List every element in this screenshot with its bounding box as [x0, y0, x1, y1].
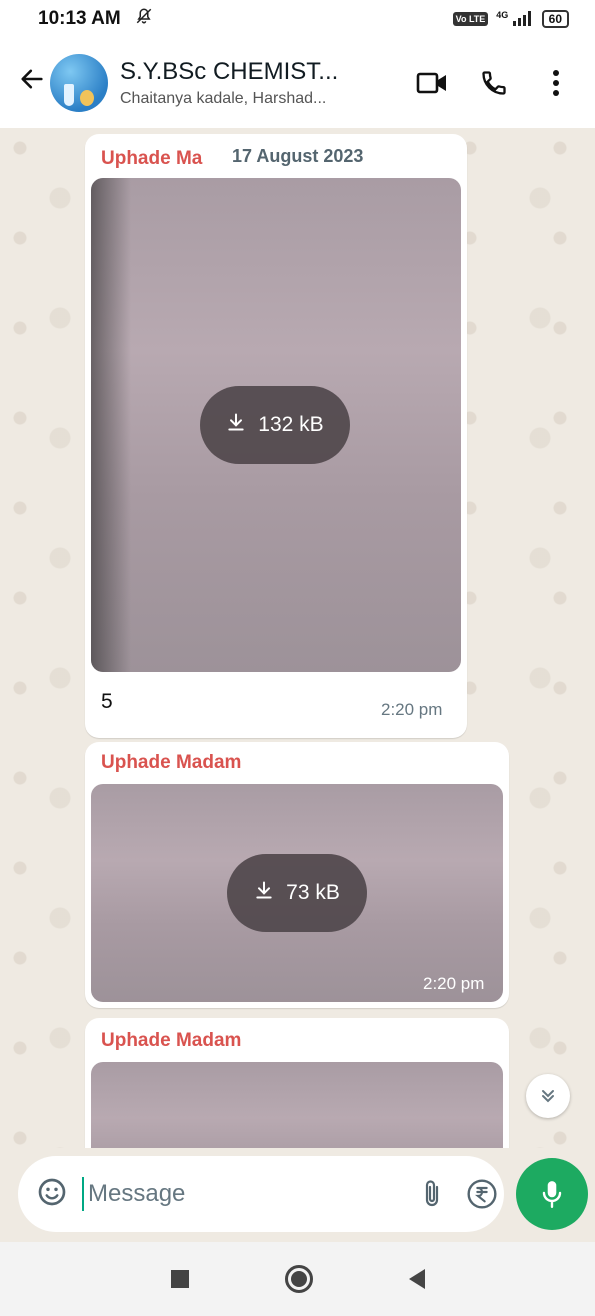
group-avatar[interactable]: [50, 54, 108, 112]
image-shadow: [91, 178, 131, 672]
rupee-payment-icon[interactable]: [466, 1177, 498, 1211]
input-bar: [0, 1148, 595, 1242]
message-input[interactable]: [82, 1177, 398, 1211]
back-button[interactable]: [408, 1269, 425, 1289]
download-icon: [254, 880, 274, 906]
double-chevron-down-icon: [542, 1090, 554, 1103]
more-options-icon[interactable]: [539, 66, 573, 100]
recent-apps-button[interactable]: [170, 1270, 189, 1288]
mute-icon: [135, 7, 153, 31]
microphone-icon: [542, 1181, 562, 1209]
header-actions: [415, 66, 573, 100]
flask-graphic-2: [80, 90, 94, 106]
attach-icon[interactable]: [420, 1177, 444, 1211]
message-sender: Uphade Madam: [101, 752, 242, 773]
message-time: 2:20 pm: [423, 974, 485, 993]
message-time: 2:20 pm: [381, 700, 443, 719]
download-button[interactable]: 132 kB: [200, 386, 350, 464]
message-bubble[interactable]: Uphade Madam: [85, 1018, 509, 1148]
chat-title: S.Y.BSc CHEMIST...: [120, 58, 339, 85]
download-icon: [226, 412, 246, 438]
date-chip: 17 August 2023: [222, 140, 374, 173]
home-button[interactable]: [284, 1265, 313, 1293]
battery-indicator: 60: [541, 10, 569, 28]
video-call-icon[interactable]: [415, 66, 449, 100]
message-input-box: [18, 1156, 551, 1232]
chat-subtitle: Chaitanya kadale, Harshad...: [120, 90, 327, 107]
flask-graphic: [64, 84, 74, 106]
chat-header: S.Y.BSc CHEMIST... Chaitanya kadale, Har…: [0, 38, 595, 128]
voice-message-button[interactable]: [516, 1158, 588, 1230]
message-sender: Uphade Ma: [101, 148, 203, 169]
message-bubble[interactable]: Uphade Ma 132 kB 5 2:20 pm: [85, 134, 467, 738]
download-size: 132 kB: [258, 413, 324, 436]
back-arrow-icon[interactable]: [18, 65, 50, 101]
message-sender: Uphade Madam: [101, 1030, 242, 1051]
emoji-sticker-icon[interactable]: [36, 1176, 68, 1213]
volte-badge: Vo LTE: [452, 12, 489, 26]
status-right: Vo LTE 4G 60: [452, 10, 569, 29]
chat-title-block[interactable]: S.Y.BSc CHEMIST... Chaitanya kadale, Har…: [120, 58, 415, 108]
image-thumbnail[interactable]: [91, 1062, 503, 1148]
scroll-to-bottom-button[interactable]: [526, 1074, 570, 1118]
chat-area[interactable]: Uphade Ma 132 kB 5 2:20 pm 17 August 202…: [0, 128, 595, 1148]
status-time: 10:13 AM: [38, 8, 121, 29]
message-caption: 5: [101, 690, 113, 713]
download-button[interactable]: 73 kB: [227, 854, 367, 932]
system-navigation-bar: [0, 1242, 595, 1316]
status-bar: 10:13 AM Vo LTE 4G 60: [0, 0, 595, 38]
voice-call-icon[interactable]: [477, 66, 511, 100]
message-bubble[interactable]: Uphade Madam 73 kB 2:20 pm: [85, 742, 509, 1008]
signal-icon: 4G: [496, 10, 533, 29]
download-size: 73 kB: [286, 881, 340, 904]
network-label: 4G: [496, 9, 509, 20]
